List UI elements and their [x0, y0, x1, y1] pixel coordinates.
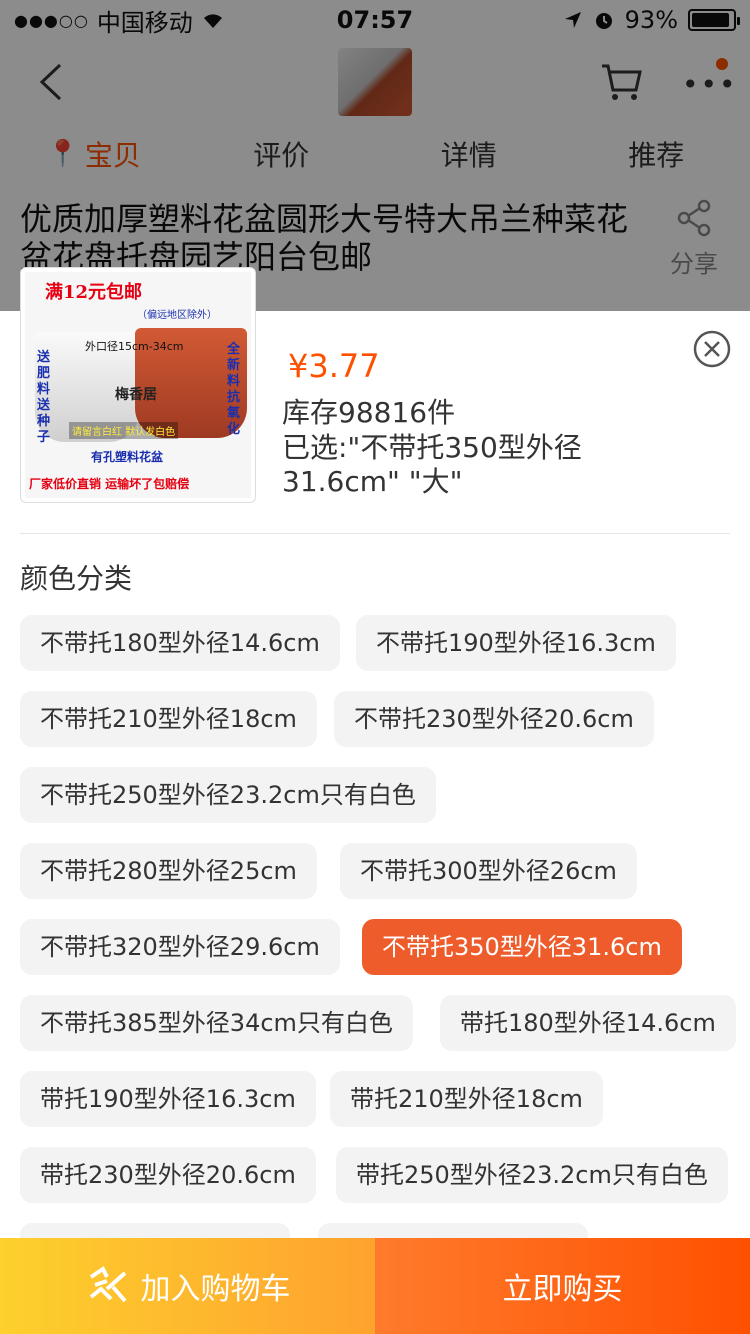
image-size-text: 外口径15cm-34cm — [85, 340, 184, 353]
close-icon[interactable] — [692, 329, 732, 369]
image-note-text: 请留言白红 默认发白色 — [69, 422, 179, 439]
sku-option[interactable]: 带托230型外径20.6cm — [20, 1147, 316, 1203]
sku-stock: 库存98816件 — [282, 396, 456, 429]
taobao-logo-icon — [89, 1266, 127, 1303]
sku-option[interactable]: 不带托385型外径34cm只有白色 — [20, 995, 413, 1051]
bottom-action-bar: 加入购物车 立即购买 — [0, 1238, 750, 1334]
add-to-cart-button[interactable]: 加入购物车 — [0, 1238, 375, 1334]
image-footer-text: 厂家低价直销 运输坏了包赔偿 — [29, 477, 190, 491]
sku-option[interactable]: 带托190型外径16.3cm — [20, 1071, 316, 1127]
sku-option[interactable]: 不带托190型外径16.3cm — [356, 615, 676, 671]
color-category-title: 颜色分类 — [20, 562, 133, 595]
image-promo-text: 满12元包邮 — [45, 282, 143, 303]
divider — [20, 533, 730, 534]
sku-option[interactable]: 不带托300型外径26cm — [340, 843, 637, 899]
sku-sheet: 满12元包邮 （偏远地区除外） 外口径15cm-34cm 送肥料送种子 全新料抗… — [0, 267, 750, 1334]
sku-option[interactable]: 带托180型外径14.6cm — [440, 995, 736, 1051]
image-note2-text: 有孔塑料花盆 — [91, 450, 164, 464]
product-image-content: 满12元包邮 （偏远地区除外） 外口径15cm-34cm 送肥料送种子 全新料抗… — [25, 272, 251, 498]
add-to-cart-label: 加入购物车 — [140, 1272, 291, 1307]
sku-option[interactable]: 带托210型外径18cm — [330, 1071, 603, 1127]
sku-option[interactable]: 不带托250型外径23.2cm只有白色 — [20, 767, 436, 823]
sku-option[interactable]: 不带托180型外径14.6cm — [20, 615, 340, 671]
sku-product-image: 满12元包邮 （偏远地区除外） 外口径15cm-34cm 送肥料送种子 全新料抗… — [20, 267, 256, 503]
sku-option-selected[interactable]: 不带托350型外径31.6cm — [362, 919, 682, 975]
image-right-text: 全新料抗氧化 — [227, 342, 241, 437]
sku-selected-text: 已选:"不带托350型外径31.6cm" "大" — [282, 431, 582, 498]
sku-option[interactable]: 带托250型外径23.2cm只有白色 — [336, 1147, 728, 1203]
sku-option[interactable]: 不带托280型外径25cm — [20, 843, 317, 899]
image-brand-text: 梅香居 — [115, 387, 157, 403]
buy-now-button[interactable]: 立即购买 — [375, 1238, 750, 1334]
image-promo-note: （偏远地区除外） — [137, 310, 217, 321]
sku-price: ¥3.77 — [288, 347, 380, 385]
sku-option[interactable]: 不带托230型外径20.6cm — [334, 691, 654, 747]
sku-option[interactable]: 不带托320型外径29.6cm — [20, 919, 340, 975]
sku-option[interactable]: 不带托210型外径18cm — [20, 691, 317, 747]
image-left-text: 送肥料送种子 — [37, 350, 51, 445]
buy-now-label: 立即购买 — [502, 1272, 623, 1307]
